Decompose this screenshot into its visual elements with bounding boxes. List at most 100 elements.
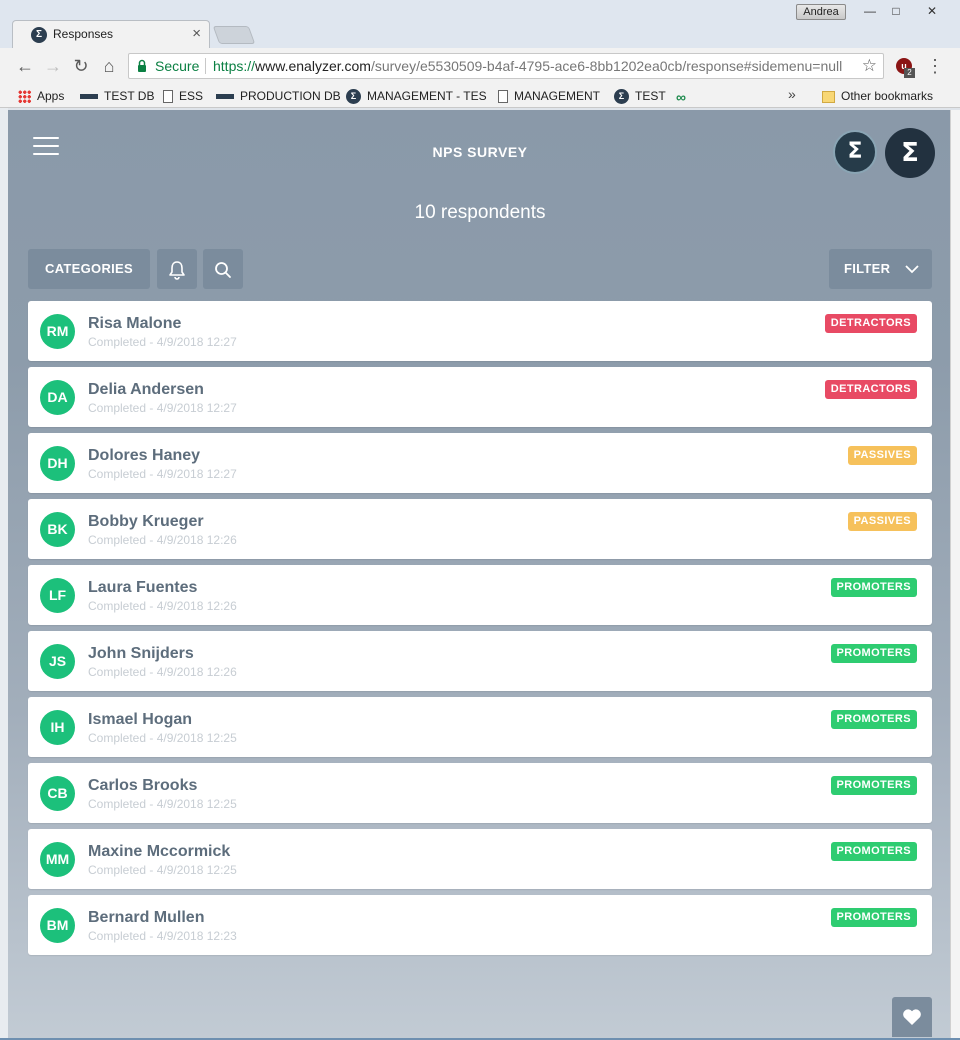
avatar: LF — [40, 578, 75, 613]
bell-icon — [169, 260, 185, 280]
lock-icon — [138, 59, 146, 72]
search-button[interactable] — [203, 249, 243, 289]
apps-grid-icon — [18, 90, 31, 104]
bookmark-infinity[interactable]: ∞ — [676, 87, 692, 105]
address-bar[interactable]: Secure https://www.enalyzer.com/survey/e… — [128, 53, 884, 79]
respondent-name: Delia Andersen — [88, 381, 204, 398]
category-badge: PROMOTERS — [830, 842, 917, 861]
respondent-status: Completed - 4/9/2018 12:27 — [88, 467, 237, 481]
bookmarks-bar: Apps TEST DB ESS PRODUCTION DB Σ MANAGEME… — [0, 84, 960, 108]
app-viewport: NPS SURVEY Σ Σ 10 respondents CATEGORIES… — [8, 110, 950, 1040]
database-icon — [216, 94, 234, 100]
categories-button[interactable]: CATEGORIES — [28, 249, 150, 289]
account-menu-icon[interactable]: Σ — [885, 128, 935, 178]
category-badge: PROMOTERS — [830, 644, 917, 663]
bookmark-star-icon[interactable]: ☆ — [862, 54, 877, 78]
database-icon — [80, 94, 98, 100]
avatar: MM — [40, 842, 75, 877]
respondent-name: Dolores Haney — [88, 447, 201, 464]
respondent-status: Completed - 4/9/2018 12:25 — [88, 863, 237, 877]
enalyzer-icon: Σ — [346, 89, 361, 105]
respondent-status: Completed - 4/9/2018 12:26 — [88, 665, 237, 679]
document-icon — [163, 90, 173, 104]
avatar: JS — [40, 644, 75, 679]
forward-arrow-icon[interactable]: → — [42, 55, 64, 77]
respondent-row[interactable]: DA Delia Andersen Completed - 4/9/2018 12:… — [28, 367, 932, 427]
category-badge: PROMOTERS — [830, 908, 917, 927]
category-badge: PROMOTERS — [830, 776, 917, 795]
respondent-name: Ismael Hogan — [88, 711, 193, 728]
respondent-status: Completed - 4/9/2018 12:26 — [88, 599, 237, 613]
respondent-row[interactable]: JS John Snijders Completed - 4/9/2018 12:2… — [28, 631, 932, 691]
respondent-name: Maxine Mccormick — [88, 843, 231, 860]
bookmark-management[interactable]: MANAGEMENT — [498, 87, 600, 105]
respondent-count: 10 respondents — [414, 202, 546, 223]
new-tab-button[interactable] — [212, 26, 256, 44]
category-badge: PROMOTERS — [830, 578, 917, 597]
filter-button[interactable]: FILTER — [829, 249, 932, 289]
category-badge: PASSIVES — [847, 446, 917, 465]
browser-user-button[interactable]: Andrea — [796, 4, 846, 20]
respondent-status: Completed - 4/9/2018 12:27 — [88, 335, 237, 349]
bookmark-management-test[interactable]: Σ MANAGEMENT - TES — [346, 87, 487, 105]
secure-label: Secure — [155, 58, 200, 74]
notifications-button[interactable] — [157, 249, 197, 289]
category-badge: DETRACTORS — [824, 380, 917, 399]
browser-menu-icon[interactable]: ⋮ — [926, 56, 944, 77]
respondent-row[interactable]: IH Ismael Hogan Completed - 4/9/2018 12:25… — [28, 697, 932, 757]
heart-icon — [903, 1009, 921, 1025]
minimize-icon[interactable]: — — [858, 3, 882, 20]
browser-toolbar: ← → ↻ ⌂ Secure https://www.enalyzer.com/… — [0, 48, 960, 84]
chevron-down-icon — [905, 265, 919, 274]
avatar: IH — [40, 710, 75, 745]
infinity-icon: ∞ — [676, 88, 686, 105]
window-close-icon[interactable]: ✕ — [920, 3, 944, 20]
page-scrollbar[interactable] — [950, 110, 960, 1040]
filter-label: FILTER — [844, 261, 891, 276]
page-title: NPS SURVEY — [432, 144, 528, 160]
url-text: https://www.enalyzer.com/survey/e5530509… — [213, 58, 843, 74]
bookmark-ess[interactable]: ESS — [163, 87, 203, 105]
respondent-name: Laura Fuentes — [88, 579, 198, 596]
respondent-row[interactable]: BM Bernard Mullen Completed - 4/9/2018 12:… — [28, 895, 932, 955]
bookmark-other[interactable]: Other bookmarks — [822, 87, 933, 105]
back-arrow-icon[interactable]: ← — [14, 55, 36, 77]
avatar: BM — [40, 908, 75, 943]
home-icon[interactable]: ⌂ — [98, 55, 120, 77]
enalyzer-logo-icon[interactable]: Σ — [833, 130, 877, 174]
respondent-name: Bernard Mullen — [88, 909, 205, 926]
respondent-list: RM Risa Malone Completed - 4/9/2018 12:27 D… — [28, 301, 932, 961]
respondent-row[interactable]: RM Risa Malone Completed - 4/9/2018 12:27 D… — [28, 301, 932, 361]
avatar: BK — [40, 512, 75, 547]
respondent-status: Completed - 4/9/2018 12:23 — [88, 929, 237, 943]
respondent-name: Carlos Brooks — [88, 777, 198, 794]
respondent-row[interactable]: CB Carlos Brooks Completed - 4/9/2018 12:2… — [28, 763, 932, 823]
document-icon — [498, 90, 508, 104]
search-icon — [215, 261, 231, 278]
respondent-row[interactable]: BK Bobby Krueger Completed - 4/9/2018 12:2… — [28, 499, 932, 559]
respondent-status: Completed - 4/9/2018 12:26 — [88, 533, 237, 547]
browser-titlebar: Σ Responses × Andrea — □ ✕ — [0, 0, 960, 48]
browser-tab[interactable]: Σ Responses × — [12, 20, 210, 48]
respondent-name: John Snijders — [88, 645, 194, 662]
tab-title: Responses — [53, 27, 114, 41]
reload-icon[interactable]: ↻ — [70, 55, 92, 77]
respondent-status: Completed - 4/9/2018 12:25 — [88, 731, 237, 745]
category-badge: DETRACTORS — [824, 314, 917, 333]
bookmarks-overflow-icon[interactable]: » — [788, 86, 796, 102]
favorites-button[interactable] — [892, 997, 932, 1037]
enalyzer-icon: Σ — [614, 89, 629, 105]
tab-close-icon[interactable]: × — [192, 25, 201, 42]
bookmark-production-db[interactable]: PRODUCTION DB — [216, 87, 341, 105]
bookmark-apps[interactable]: Apps — [18, 87, 64, 105]
respondent-row[interactable]: LF Laura Fuentes Completed - 4/9/2018 12:2… — [28, 565, 932, 625]
respondent-name: Bobby Krueger — [88, 513, 204, 530]
respondent-name: Risa Malone — [88, 315, 182, 332]
respondent-row[interactable]: DH Dolores Haney Completed - 4/9/2018 12:2… — [28, 433, 932, 493]
category-badge: PASSIVES — [847, 512, 917, 531]
restore-icon[interactable]: □ — [884, 3, 908, 20]
bookmark-test[interactable]: Σ TEST — [614, 87, 666, 105]
extension-badge: 2 — [904, 68, 915, 78]
bookmark-test-db[interactable]: TEST DB — [80, 87, 154, 105]
respondent-row[interactable]: MM Maxine Mccormick Completed - 4/9/2018 1… — [28, 829, 932, 889]
